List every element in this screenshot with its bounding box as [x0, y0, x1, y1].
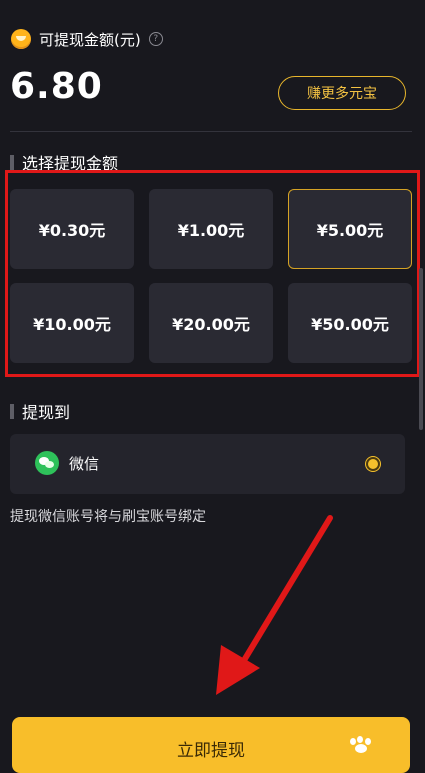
annotation-highlight-box: [5, 170, 420, 377]
binding-note: 提现微信账号将与刷宝账号绑定: [10, 509, 206, 525]
section-marker: [10, 154, 14, 170]
wechat-icon: [35, 451, 59, 475]
coin-icon: [11, 29, 31, 49]
section-marker: [10, 403, 14, 419]
withdraw-now-label: 立即提现: [177, 741, 245, 761]
divider: [10, 131, 412, 132]
payout-method-label: 微信: [69, 455, 100, 473]
radio-selected-icon[interactable]: [366, 457, 380, 471]
scrollbar[interactable]: [419, 268, 423, 430]
payout-method-wechat[interactable]: 微信: [10, 434, 405, 494]
paw-icon: [348, 736, 374, 753]
help-icon[interactable]: ?: [148, 32, 163, 46]
withdraw-to-heading: 提现到: [10, 399, 70, 423]
earn-more-button[interactable]: 赚更多元宝: [278, 76, 406, 110]
balance-label: 可提现金额(元): [39, 30, 141, 49]
balance-amount: 6.80: [10, 66, 103, 107]
balance-header: 可提现金额(元) ?: [11, 28, 163, 50]
withdraw-to-title: 提现到: [22, 403, 71, 422]
